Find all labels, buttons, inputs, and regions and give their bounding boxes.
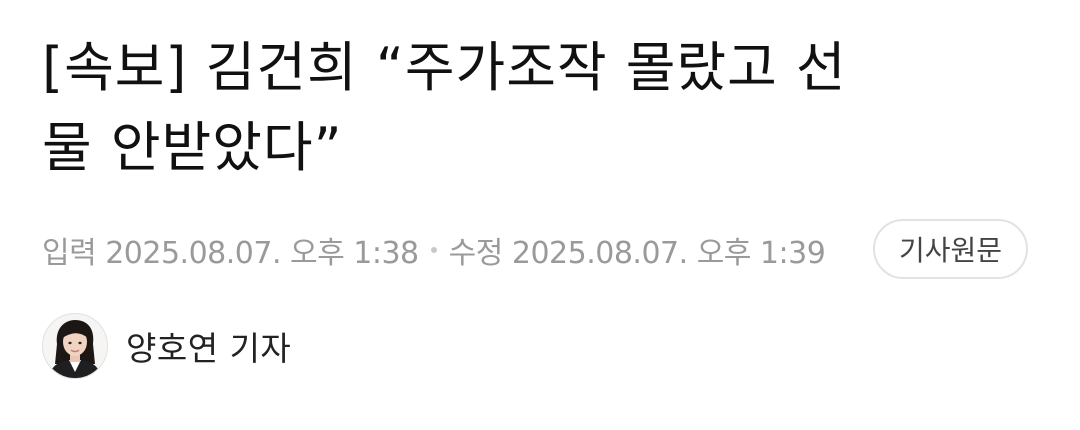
input-label: 입력: [42, 236, 97, 271]
original-article-button[interactable]: 기사원문: [872, 219, 1028, 279]
headline: [속보] 김건희 “주가조작 몰랐고 선 물 안받았다”: [42, 28, 1032, 188]
headline-line-2: 물 안받았다”: [42, 116, 343, 179]
original-article-button-label: 기사원문: [898, 234, 1002, 267]
reporter-avatar[interactable]: [42, 313, 108, 379]
headline-line-1: [속보] 김건희 “주가조작 몰랐고 선: [42, 36, 847, 99]
article-header: [속보] 김건희 “주가조작 몰랐고 선 물 안받았다” 입력 2025.08.…: [42, 0, 1042, 430]
reporter-byline[interactable]: 양호연 기자: [42, 312, 291, 380]
modified-label: 수정: [448, 236, 504, 271]
meta-separator-dot: [430, 247, 437, 253]
article-meta: 입력 2025.08.07. 오후 1:38 수정 2025.08.07. 오후…: [42, 219, 1032, 281]
input-datetime: 2025.08.07. 오후 1:38: [105, 236, 419, 271]
modified-datetime: 2025.08.07. 오후 1:39: [511, 236, 826, 271]
reporter-name[interactable]: 양호연 기자: [126, 322, 291, 370]
reporter-photo-icon: [43, 314, 107, 378]
